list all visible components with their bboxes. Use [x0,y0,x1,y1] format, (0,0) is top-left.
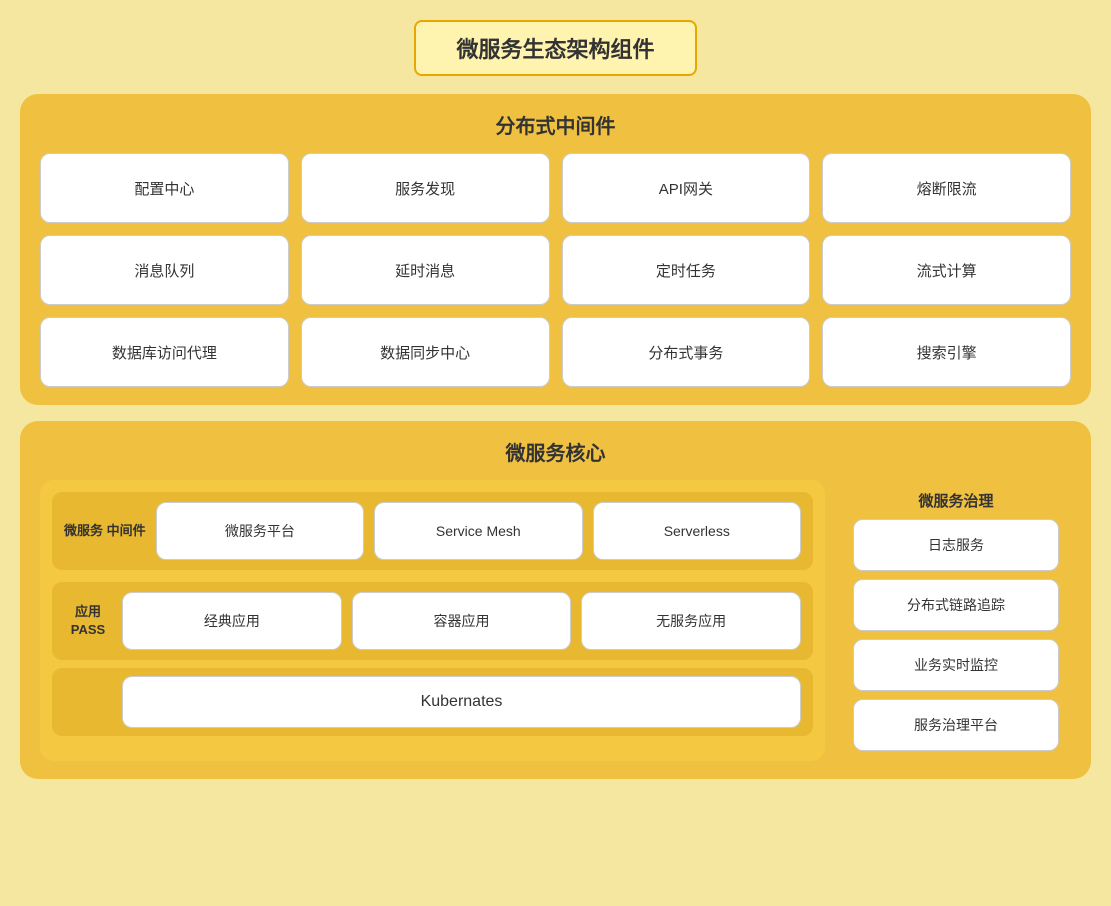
middleware-card: 熔断限流 [822,153,1071,223]
page-title: 微服务生态架构组件 [414,20,696,76]
distributed-title: 分布式中间件 [40,110,1071,139]
governance-item-card: 日志服务 [853,519,1059,571]
pass-row: 应用PASS 经典应用容器应用无服务应用 [52,582,813,660]
middleware-cards: 微服务平台Service MeshServerless [156,502,801,560]
main-container: 分布式中间件 配置中心服务发现API网关熔断限流消息队列延时消息定时任务流式计算… [20,94,1091,886]
pass-app-card: 无服务应用 [581,592,801,650]
middleware-card: 搜索引擎 [822,317,1071,387]
pass-row-label: 应用PASS [64,603,112,639]
middleware-card: 流式计算 [822,235,1071,305]
middleware-card: 消息队列 [40,235,289,305]
pass-cards: 经典应用容器应用无服务应用 [122,592,801,650]
microservice-middleware-card: Serverless [593,502,801,560]
governance-item-card: 分布式链路追踪 [853,579,1059,631]
middleware-card: 数据库访问代理 [40,317,289,387]
governance-title: 微服务治理 [853,490,1059,511]
kubernetes-row: Kubernates [52,668,813,736]
middleware-grid: 配置中心服务发现API网关熔断限流消息队列延时消息定时任务流式计算数据库访问代理… [40,153,1071,387]
middleware-card: 延时消息 [301,235,550,305]
pass-block: 应用PASS 经典应用容器应用无服务应用 Kubernates [52,582,813,736]
microservice-title: 微服务核心 [40,437,1071,466]
middleware-card: 分布式事务 [562,317,811,387]
microservice-core: 微服务 中间件 微服务平台Service MeshServerless 应用PA… [40,480,1071,761]
distributed-section: 分布式中间件 配置中心服务发现API网关熔断限流消息队列延时消息定时任务流式计算… [20,94,1091,405]
kubernetes-card: Kubernates [122,676,801,728]
governance-item-card: 业务实时监控 [853,639,1059,691]
governance-list: 日志服务分布式链路追踪业务实时监控服务治理平台 [853,519,1059,751]
governance-item-card: 服务治理平台 [853,699,1059,751]
middleware-card: API网关 [562,153,811,223]
middleware-row: 微服务 中间件 微服务平台Service MeshServerless [52,492,813,570]
middleware-card: 数据同步中心 [301,317,550,387]
microservice-middleware-card: Service Mesh [374,502,582,560]
middleware-card: 服务发现 [301,153,550,223]
microservice-middleware-card: 微服务平台 [156,502,364,560]
middleware-row-label: 微服务 中间件 [64,522,146,540]
pass-app-card: 容器应用 [352,592,572,650]
governance-panel: 微服务治理 日志服务分布式链路追踪业务实时监控服务治理平台 [841,480,1071,761]
middleware-card: 配置中心 [40,153,289,223]
microservice-section: 微服务核心 微服务 中间件 微服务平台Service MeshServerles… [20,421,1091,779]
left-core: 微服务 中间件 微服务平台Service MeshServerless 应用PA… [40,480,825,761]
middleware-card: 定时任务 [562,235,811,305]
pass-app-card: 经典应用 [122,592,342,650]
